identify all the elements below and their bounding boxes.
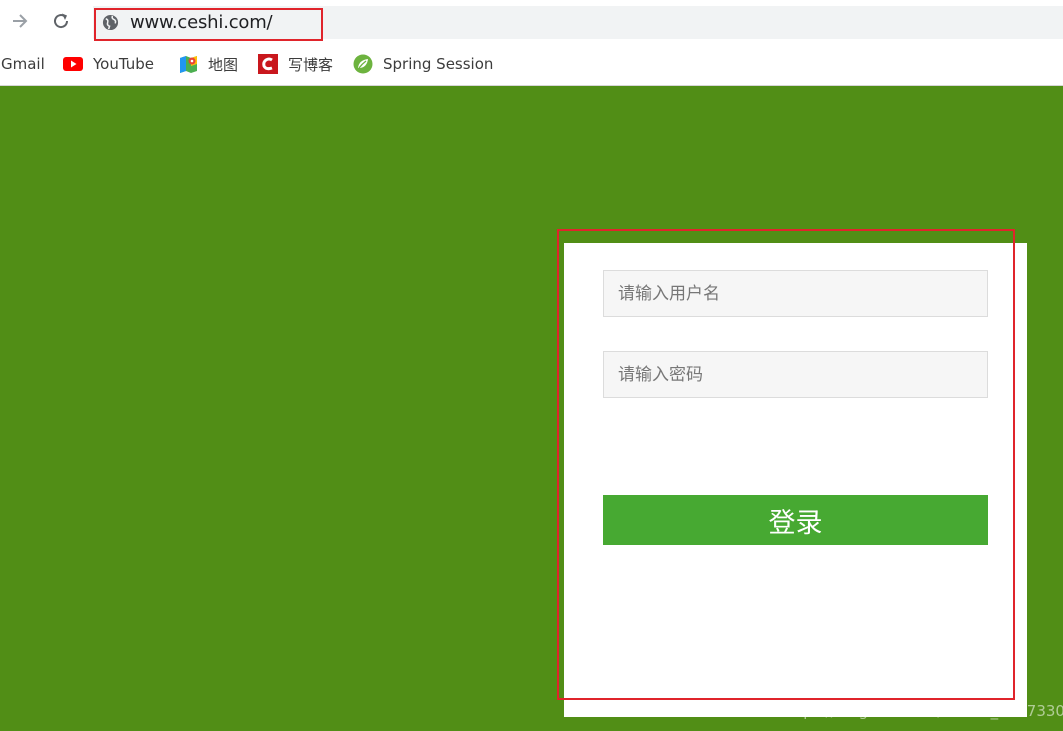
spring-icon (353, 54, 373, 74)
bookmark-csdn[interactable]: 写博客 (258, 53, 333, 75)
bookmark-gmail[interactable]: Gmail (1, 53, 45, 75)
reload-button[interactable] (49, 9, 73, 33)
bookmark-maps[interactable]: 地图 (179, 53, 238, 75)
arrow-right-icon (13, 14, 28, 28)
bookmark-label: 写博客 (288, 55, 334, 74)
reload-icon (54, 13, 69, 29)
youtube-icon (63, 57, 83, 71)
bookmark-label: Gmail (1, 55, 45, 73)
forward-button[interactable] (8, 9, 32, 33)
url-highlight-box (94, 8, 323, 41)
bookmark-label: YouTube (93, 55, 154, 73)
bookmarks-bar: Gmail YouTube 地图 写博客 Spring Session (0, 43, 1063, 86)
csdn-icon (258, 54, 278, 74)
bookmark-youtube[interactable]: YouTube (63, 53, 154, 75)
watermark-text: https://blog.csdn.net/weixin_4737330 (782, 702, 1063, 720)
maps-icon (179, 55, 198, 74)
bookmark-spring-session[interactable]: Spring Session (353, 53, 493, 75)
login-highlight-box (557, 229, 1015, 700)
bookmark-label: Spring Session (383, 55, 494, 73)
bookmark-label: 地图 (208, 55, 239, 74)
